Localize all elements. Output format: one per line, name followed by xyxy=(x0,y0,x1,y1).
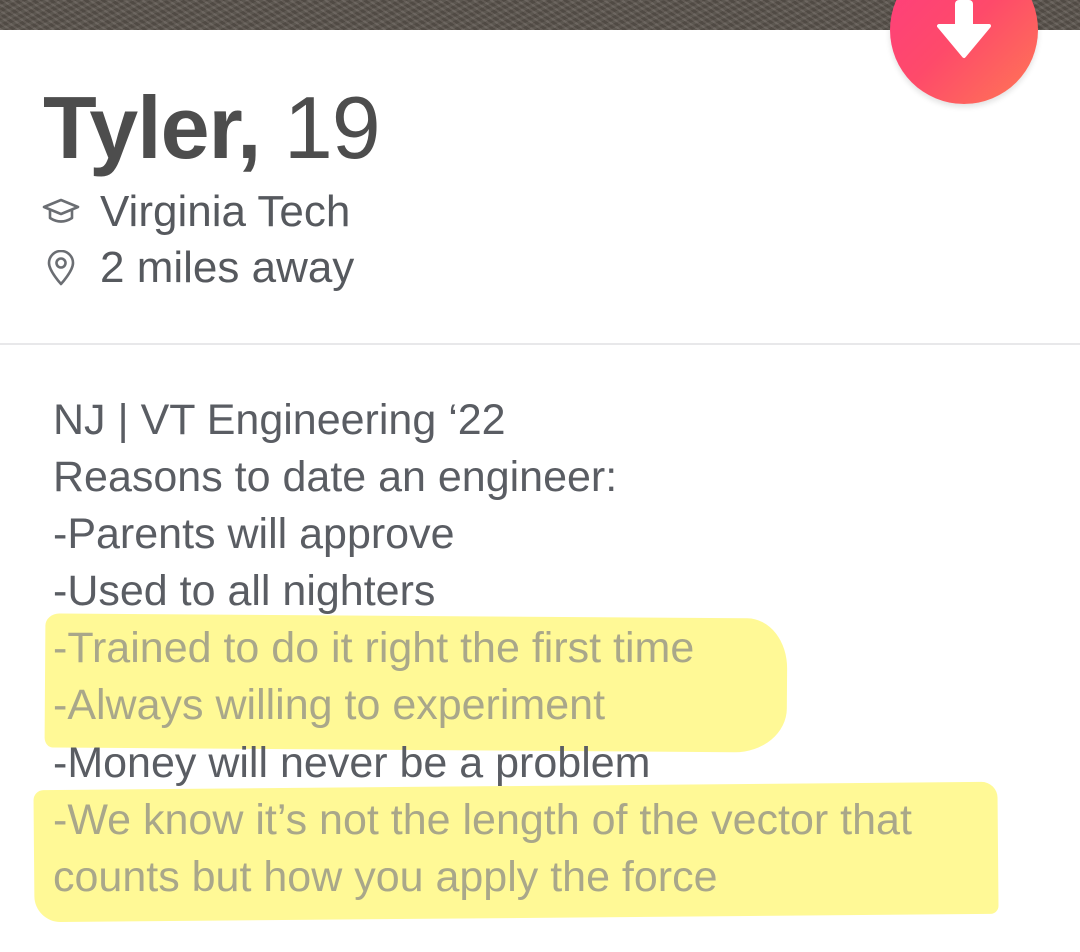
bio-line: -Parents will approve xyxy=(53,510,455,559)
profile-name-age: Tyler, 19 xyxy=(43,78,381,178)
arrow-down-icon xyxy=(937,0,991,58)
collapse-profile-button[interactable] xyxy=(890,0,1038,104)
bio-line-highlighted: counts but how you apply the force xyxy=(53,852,718,901)
profile-name: Tyler, xyxy=(43,78,261,177)
profile-age: 19 xyxy=(283,78,381,177)
bio-line-highlighted: -Always willing to experiment xyxy=(53,681,606,730)
section-divider xyxy=(0,343,1080,345)
school-row: Virginia Tech xyxy=(42,187,350,237)
bio-line: -Used to all nighters xyxy=(53,567,436,616)
distance-row: 2 miles away xyxy=(42,243,354,293)
bio-line-highlighted: -Trained to do it right the first time xyxy=(53,624,695,673)
bio-line: Reasons to date an engineer: xyxy=(53,453,618,502)
school-name: Virginia Tech xyxy=(100,187,351,236)
graduation-cap-icon xyxy=(42,193,80,231)
bio-line: NJ | VT Engineering ‘22 xyxy=(53,396,506,444)
distance-text: 2 miles away xyxy=(100,243,355,292)
bio-line: -Money will never be a problem xyxy=(53,738,651,787)
location-pin-icon xyxy=(42,249,80,287)
bio-line-highlighted: -We know it’s not the length of the vect… xyxy=(53,795,912,844)
profile-bio: NJ | VT Engineering ‘22 Reasons to date … xyxy=(53,392,912,906)
